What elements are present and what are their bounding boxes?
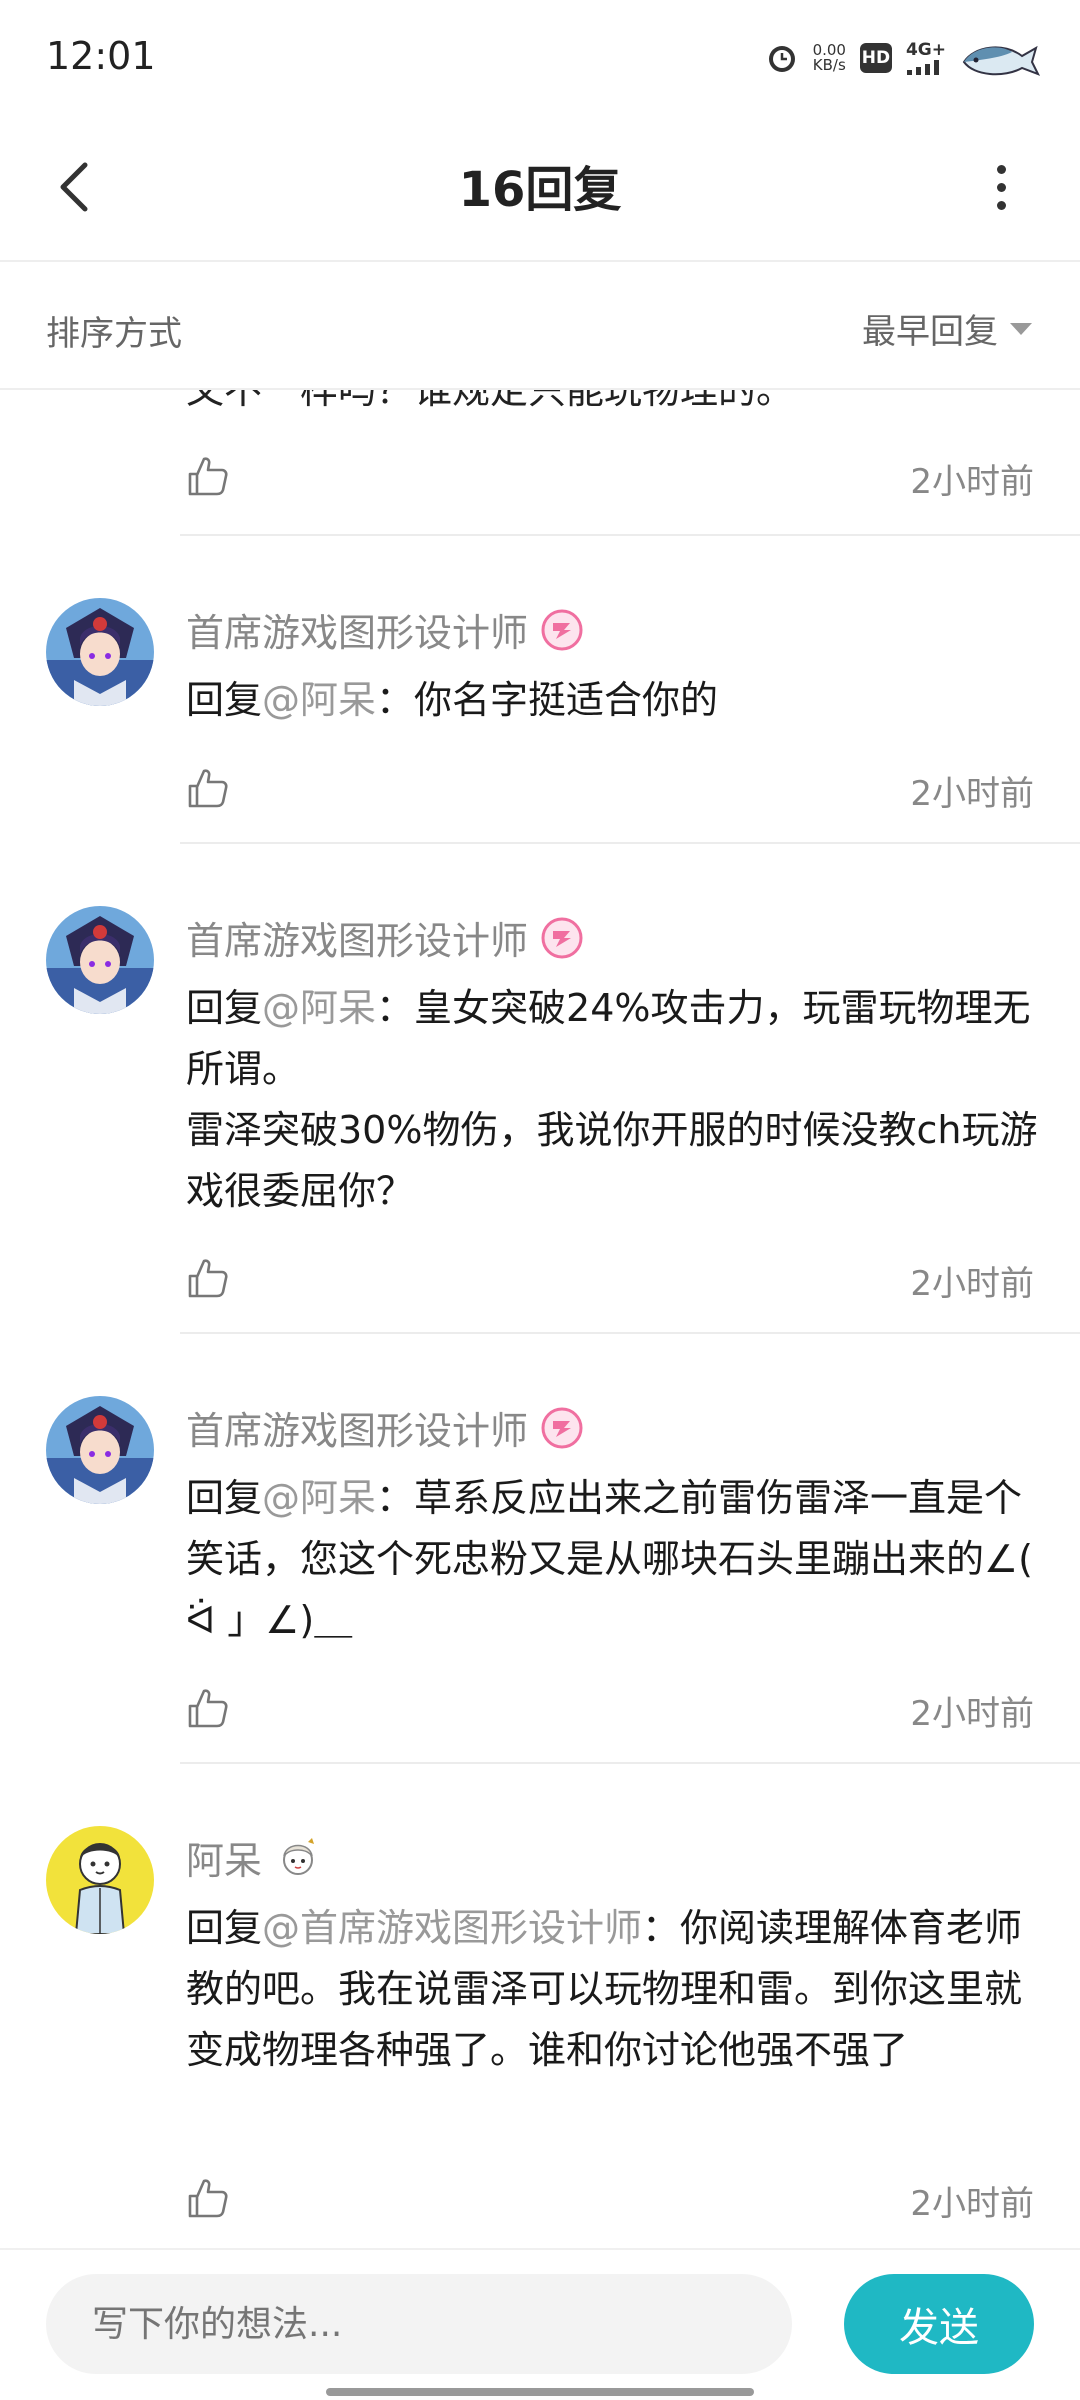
comment-time: 2小时前 [910,774,1034,814]
more-dot-icon [996,182,1006,192]
alarm-icon [768,46,795,72]
comment-text: ：你名字挺适合你的 [376,678,719,722]
reply-prefix: 回复 [186,1906,263,1950]
reply-list[interactable]: 又不一样吗？谁规定只能玩物理的。 2小时前 首席游戏图形设计师 回复@阿呆：你名… [0,390,1080,2246]
username-row: 首席游戏图形设计师 [186,602,584,657]
thumbs-up-icon[interactable] [186,766,230,810]
comment-time: 2小时前 [910,1694,1034,1734]
signal-bars-icon [906,59,939,75]
comment-body: 回复@阿呆：你名字挺适合你的 [186,670,1042,731]
page-title: 16回复 [458,162,622,218]
comment-actions: 2小时前 [186,1680,1034,1740]
more-dot-icon [996,200,1006,210]
hd-icon: HD [859,43,892,73]
thumbs-up-icon[interactable] [186,454,230,498]
comment-body: 回复@阿呆：皇女突破24%攻击力，玩雷玩物理无所谓。 雷泽突破30%物伤，我说你开… [186,978,1042,1222]
username-row: 阿呆 [186,1830,322,1885]
sort-label: 排序方式 [46,314,182,354]
more-dot-icon [996,164,1006,174]
reply-prefix: 回复 [186,1476,263,1520]
mention-link[interactable]: @阿呆 [262,678,376,722]
mention-link[interactable]: @阿呆 [262,1476,376,1520]
more-options-button[interactable] [966,152,1036,222]
home-indicator[interactable] [326,2388,754,2396]
comment-body: 回复@首席游戏图形设计师：你阅读理解体育老师教的吧。我在说雷泽可以玩物理和雷。到… [186,1898,1042,2081]
reply-prefix: 回复 [186,986,263,1030]
mention-link[interactable]: @首席游戏图形设计师 [262,1906,642,1950]
reply-input[interactable] [46,2274,792,2374]
avatar[interactable] [46,1396,154,1504]
username[interactable]: 首席游戏图形设计师 [186,602,528,657]
net-speed: 0.00 KB/s [813,43,846,73]
previous-comment-text: 又不一样吗？谁规定只能玩物理的。 [186,390,795,412]
status-time: 12:01 [46,34,156,78]
user-badge-icon [541,917,583,958]
avatar[interactable] [46,1826,154,1934]
divider [180,1332,1080,1334]
mention-link[interactable]: @阿呆 [262,986,376,1030]
avatar[interactable] [46,906,154,1014]
battery-fish-icon [962,45,1040,76]
reply-page: 12:01 0.00 KB/s HD 4G+ 16回复 排序方式 最早回复 又不… [0,0,1080,2400]
caret-down-icon [1010,322,1032,335]
send-button[interactable]: 发送 [844,2274,1034,2374]
net-speed-unit: KB/s [812,56,846,74]
comment-actions: 2小时前 [186,760,1034,820]
comment-time: 2小时前 [910,462,1034,502]
username-row: 首席游戏图形设计师 [186,1400,584,1455]
avatar[interactable] [46,598,154,706]
reply-input-bar: 发送 [0,2248,1080,2400]
divider [180,842,1080,844]
divider [180,534,1080,536]
comment-actions: 2小时前 [186,1250,1034,1310]
previous-comment-actions: 2小时前 [186,448,1034,508]
comment-actions: 2小时前 [186,2170,1034,2230]
comment-body: 回复@阿呆：草系反应出来之前雷伤雷泽一直是个笑话，您这个死忠粉又是从哪块石头里蹦… [186,1468,1042,1651]
thumbs-up-icon[interactable] [186,1256,230,1300]
thumbs-up-icon[interactable] [186,2176,230,2220]
sort-selected: 最早回复 [862,312,998,352]
username[interactable]: 首席游戏图形设计师 [186,910,528,965]
user-badge-icon [541,609,583,650]
comment-text-line-2: 雷泽突破30%物伤，我说你开服的时候没教ch玩游戏很委屈你？ [186,1108,1038,1213]
header: 16回复 [0,110,1080,262]
status-bar: 12:01 0.00 KB/s HD 4G+ [0,0,1080,110]
sort-bar: 排序方式 最早回复 [0,264,1080,390]
divider [180,1762,1080,1764]
comment-time: 2小时前 [910,1264,1034,1304]
sort-dropdown[interactable]: 最早回复 [862,304,1034,353]
comment-time: 2小时前 [910,2184,1034,2224]
signal-icon: 4G+ [905,39,946,75]
username[interactable]: 首席游戏图形设计师 [186,1400,528,1455]
username-row: 首席游戏图形设计师 [186,910,584,965]
thumbs-up-icon[interactable] [186,1686,230,1730]
status-icons: 0.00 KB/s HD 4G+ [765,30,1040,86]
paimon-sticker-icon [283,1837,315,1875]
network-type: 4G+ [905,39,946,60]
username[interactable]: 阿呆 [186,1830,262,1885]
reply-prefix: 回复 [186,678,263,722]
user-badge-icon [541,1407,583,1448]
